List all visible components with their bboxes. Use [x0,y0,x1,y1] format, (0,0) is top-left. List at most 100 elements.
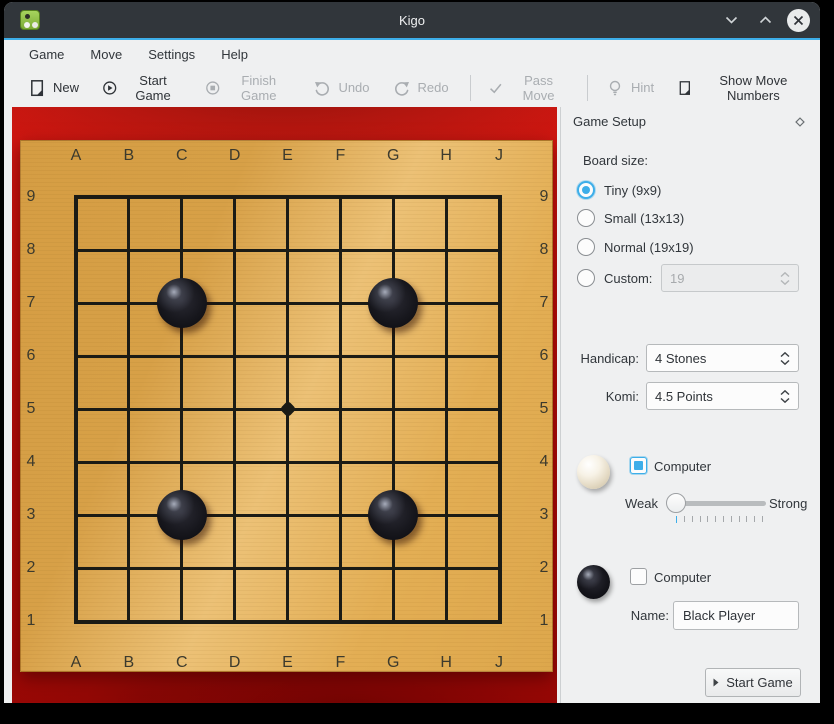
finish-game-button[interactable]: Finish Game [195,68,301,108]
column-label-E: E [282,654,293,672]
pass-move-button[interactable]: Pass Move [478,68,576,108]
spin-down-icon [780,398,790,403]
row-label-2: 2 [540,559,549,577]
slider-tick [739,516,740,522]
main-area: AABBCCDDEEFFGGHHJJ998877665544332211 Gam… [4,107,820,703]
slider-tick [692,516,693,522]
column-label-H: H [440,147,452,165]
radio-tiny[interactable]: Tiny (9x9) [577,181,661,199]
handicap-spinbox[interactable]: 4 Stones [646,344,799,372]
column-label-E: E [282,147,293,165]
column-label-F: F [335,147,345,165]
stone-black-C3 [157,490,207,540]
slider-tick [715,516,716,522]
row-label-9: 9 [27,188,36,206]
radio-custom[interactable]: Custom: [577,269,652,287]
redo-arrow-icon [393,79,411,97]
chevron-up-icon [759,16,772,24]
slider-tick [684,516,685,522]
radio-small[interactable]: Small (13x13) [577,209,684,227]
white-computer-checkbox[interactable] [630,457,647,474]
row-label-4: 4 [27,453,36,471]
row-label-8: 8 [27,241,36,259]
column-label-H: H [440,654,452,672]
slider-tick [700,516,701,522]
radio-label: Tiny (9x9) [604,183,661,198]
goban[interactable]: AABBCCDDEEFFGGHHJJ998877665544332211 [20,140,553,672]
close-button[interactable] [787,9,810,32]
row-label-7: 7 [27,294,36,312]
handicap-value: 4 Stones [647,351,780,366]
undo-button[interactable]: Undo [303,74,379,102]
spin-up-icon [780,390,790,395]
pass-move-label: Pass Move [511,73,566,103]
minimize-button[interactable] [719,8,743,32]
row-label-1: 1 [540,612,549,630]
play-arrow-icon [713,678,719,687]
undo-label: Undo [338,80,369,95]
start-game-label: Start Game [124,73,181,103]
menu-game[interactable]: Game [16,42,77,67]
radio-label: Custom: [604,271,652,286]
spin-up-icon [780,352,790,357]
start-game-button[interactable]: Start Game [705,668,801,697]
radio-label: Normal (19x19) [604,240,694,255]
go-board-view[interactable]: AABBCCDDEEFFGGHHJJ998877665544332211 [12,107,557,703]
komi-spinbox[interactable]: 4.5 Points [646,382,799,410]
row-label-3: 3 [27,506,36,524]
radio-circle[interactable] [577,238,595,256]
custom-size-value: 19 [662,271,780,286]
menubar: GameMoveSettingsHelp [4,40,820,68]
board-size-label: Board size: [583,153,648,168]
column-label-C: C [176,654,188,672]
slider-strong-label: Strong [769,496,807,511]
hint-button[interactable]: Hint [596,74,664,102]
menu-help[interactable]: Help [208,42,261,67]
radio-circle[interactable] [577,181,595,199]
show-move-numbers-button[interactable]: Show Move Numbers [667,68,817,108]
chevron-down-icon [725,16,738,24]
column-label-F: F [335,654,345,672]
row-label-8: 8 [540,241,549,259]
spin-down-icon [780,360,790,365]
column-label-C: C [176,147,188,165]
slider-handle[interactable] [666,493,686,513]
custom-size-spinbox[interactable]: 19 [661,264,799,292]
hint-label: Hint [631,80,654,95]
start-game-button[interactable]: Start Game [92,68,192,108]
redo-button[interactable]: Redo [383,74,459,102]
toolbar-separator [587,75,588,101]
radio-circle[interactable] [577,209,595,227]
slider-track[interactable] [672,501,766,506]
toolbar: New Start Game Finish Game Undo Redo Pass Mov… [4,68,820,107]
stone-black-G3 [368,490,418,540]
column-label-J: J [495,654,503,672]
column-label-A: A [71,147,82,165]
slider-weak-label: Weak [625,496,658,511]
column-label-B: B [124,147,135,165]
row-label-5: 5 [27,400,36,418]
slider-tick [746,516,747,522]
column-label-G: G [387,654,399,672]
row-label-6: 6 [27,347,36,365]
dock-float-button[interactable] [794,116,806,131]
column-label-D: D [229,654,241,672]
strength-slider[interactable] [666,493,766,515]
black-name-input[interactable] [673,601,799,630]
stone-black-C7 [157,278,207,328]
game-setup-panel: Game Setup Board size: Tiny (9x9)Small (… [560,107,818,703]
black-computer-checkbox[interactable] [630,568,647,585]
row-label-7: 7 [540,294,549,312]
circle-stop-icon [205,79,220,97]
row-label-2: 2 [27,559,36,577]
menu-move[interactable]: Move [77,42,135,67]
new-button[interactable]: New [18,74,89,102]
radio-normal[interactable]: Normal (19x19) [577,238,694,256]
radio-circle[interactable] [577,269,595,287]
menu-settings[interactable]: Settings [135,42,208,67]
column-label-D: D [229,147,241,165]
maximize-button[interactable] [753,8,777,32]
white-computer-label: Computer [654,459,711,474]
show-move-numbers-label: Show Move Numbers [700,73,807,103]
slider-tick [762,516,763,522]
